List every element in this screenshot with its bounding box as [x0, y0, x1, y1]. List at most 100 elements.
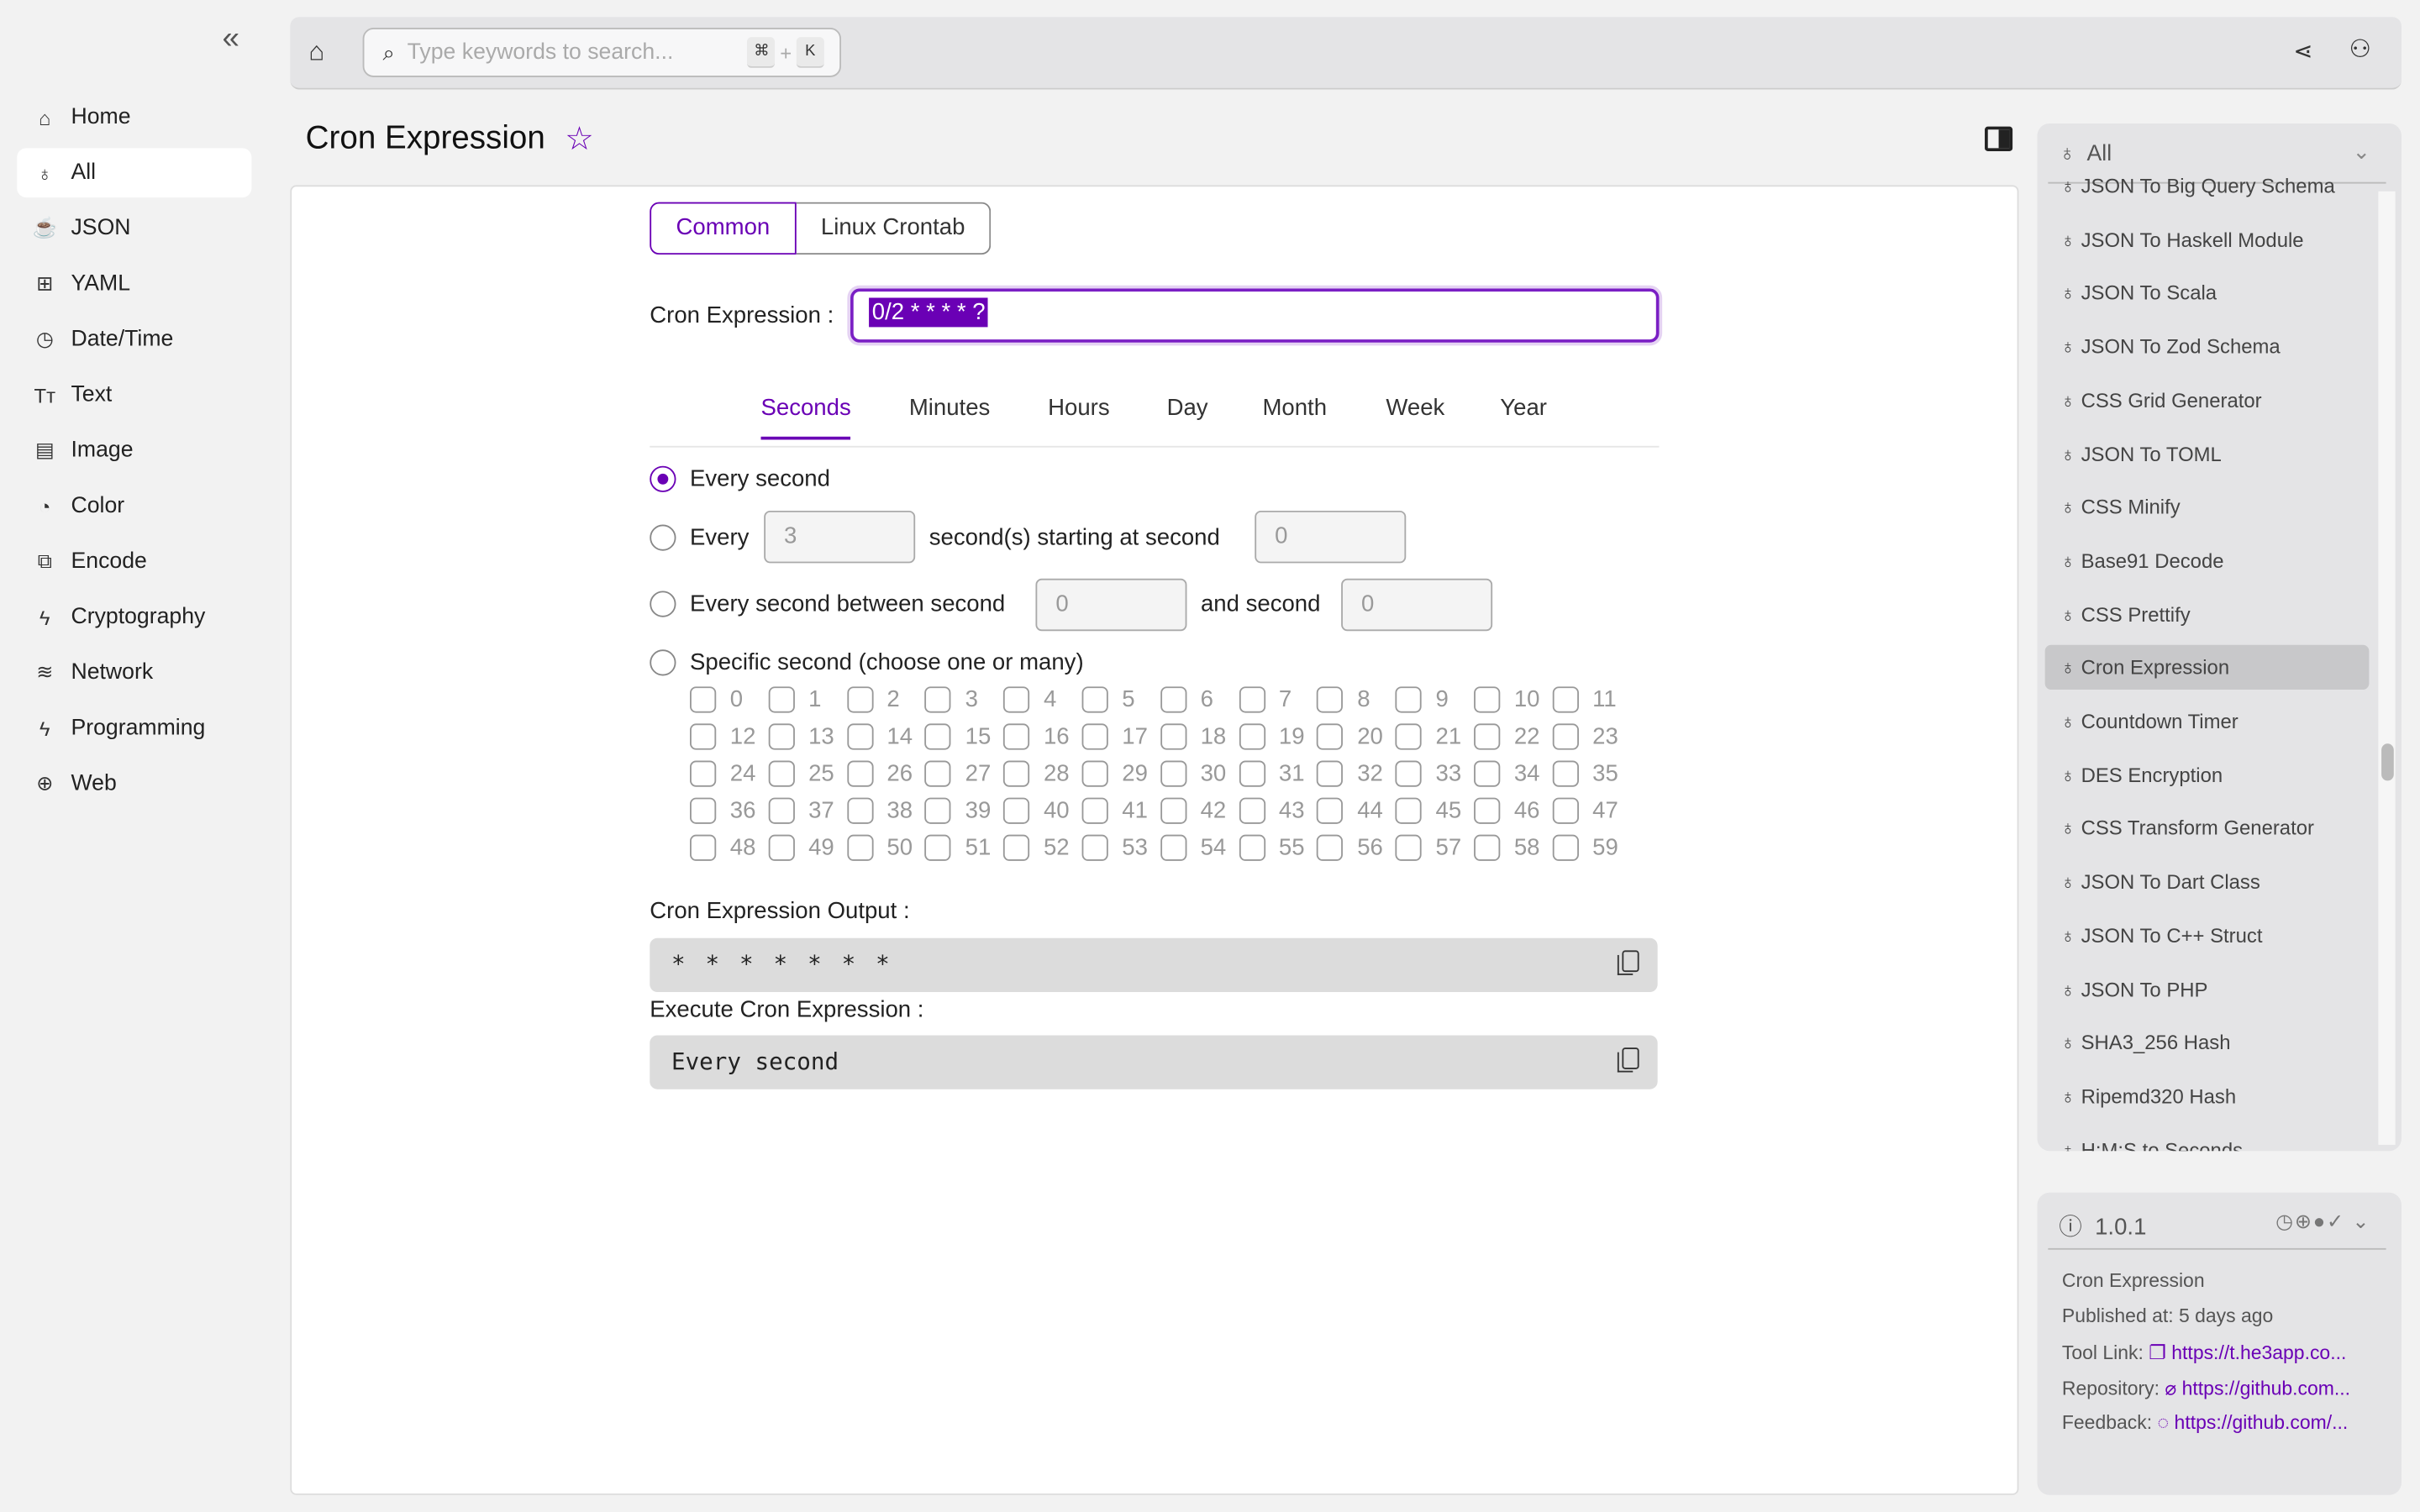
second-checkbox[interactable]: 2 — [846, 686, 900, 713]
second-checkbox[interactable]: 53 — [1081, 834, 1148, 861]
checkbox-box[interactable] — [1552, 686, 1579, 713]
interval-input[interactable]: 3 — [764, 510, 916, 564]
tool-list-item[interactable]: ♁ CSS Minify — [2045, 485, 2370, 529]
checkbox-box[interactable] — [1081, 834, 1108, 861]
checkbox-box[interactable] — [690, 686, 717, 713]
second-checkbox[interactable]: 0 — [690, 686, 743, 713]
tool-list-item[interactable]: ♁ Base91 Decode — [2045, 538, 2370, 583]
checkbox-box[interactable] — [690, 834, 717, 861]
checkbox-box[interactable] — [1160, 686, 1187, 713]
checkbox-box[interactable] — [1552, 760, 1579, 787]
tool-list-item[interactable]: ♁ SHA3_256 Hash — [2045, 1020, 2370, 1064]
tool-list-item[interactable]: ♁ JSON To Scala — [2045, 270, 2370, 315]
second-checkbox[interactable]: 44 — [1317, 797, 1383, 824]
checkbox-box[interactable] — [1552, 797, 1579, 824]
checkbox-box[interactable] — [846, 723, 873, 750]
second-checkbox[interactable]: 48 — [690, 834, 755, 861]
home-icon[interactable]: ⌂ — [308, 37, 324, 68]
second-checkbox[interactable]: 18 — [1160, 723, 1226, 750]
second-checkbox[interactable]: 25 — [768, 760, 834, 787]
second-checkbox[interactable]: 26 — [846, 760, 913, 787]
check-icon[interactable]: ✓ — [2327, 1210, 2345, 1233]
checkbox-box[interactable] — [1003, 723, 1030, 750]
second-checkbox[interactable]: 24 — [690, 760, 755, 787]
tool-list-item[interactable]: ♁ H:M:S to Seconds — [2045, 1127, 2370, 1151]
between-from-input[interactable]: 0 — [1035, 578, 1187, 632]
second-checkbox[interactable]: 45 — [1395, 797, 1461, 824]
checkbox-box[interactable] — [768, 760, 795, 787]
second-checkbox[interactable]: 10 — [1474, 686, 1539, 713]
sidebar-item-home[interactable]: ⌂ Home — [17, 92, 251, 142]
checkbox-box[interactable] — [1474, 797, 1501, 824]
checkbox-box[interactable] — [924, 834, 952, 861]
checkbox-box[interactable] — [1160, 723, 1187, 750]
copy-icon[interactable] — [1617, 1047, 1639, 1073]
checkbox-box[interactable] — [690, 760, 717, 787]
sidebar-item-color[interactable]: ◔ Color — [17, 481, 251, 531]
second-checkbox[interactable]: 37 — [768, 797, 834, 824]
second-checkbox[interactable]: 23 — [1552, 723, 1618, 750]
second-checkbox[interactable]: 6 — [1160, 686, 1213, 713]
sidebar-item-web[interactable]: ⊕ Web — [17, 759, 251, 809]
second-checkbox[interactable]: 22 — [1474, 723, 1539, 750]
sidebar-item-programming[interactable]: ϟ Programming — [17, 704, 251, 753]
second-checkbox[interactable]: 59 — [1552, 834, 1618, 861]
second-checkbox[interactable]: 36 — [690, 797, 755, 824]
second-checkbox[interactable]: 9 — [1395, 686, 1449, 713]
tab-hours[interactable]: Hours — [1048, 395, 1109, 421]
start-second-input[interactable]: 0 — [1255, 510, 1407, 564]
sidebar-item-text[interactable]: Tт Text — [17, 370, 251, 420]
second-checkbox[interactable]: 33 — [1395, 760, 1461, 787]
sidebar-item-all[interactable]: ♁ All — [17, 148, 252, 198]
radio-every-interval[interactable] — [650, 524, 676, 551]
sidebar-item-json[interactable]: ☕ JSON — [17, 203, 251, 253]
checkbox-box[interactable] — [1395, 760, 1422, 787]
checkbox-box[interactable] — [924, 686, 952, 713]
checkbox-box[interactable] — [1317, 760, 1344, 787]
second-checkbox[interactable]: 46 — [1474, 797, 1539, 824]
checkbox-box[interactable] — [846, 834, 873, 861]
checkbox-box[interactable] — [1552, 723, 1579, 750]
history-icon[interactable]: ◷ — [2275, 1210, 2295, 1233]
checkbox-box[interactable] — [1395, 723, 1422, 750]
second-checkbox[interactable]: 49 — [768, 834, 834, 861]
tool-list-item[interactable]: ♁ JSON To C++ Struct — [2045, 913, 2370, 958]
checkbox-box[interactable] — [690, 797, 717, 824]
github-icon[interactable]: ● — [2313, 1210, 2327, 1233]
tool-list-item[interactable]: ♁ JSON To PHP — [2045, 967, 2370, 1011]
checkbox-box[interactable] — [1003, 760, 1030, 787]
search-input[interactable]: ⌕ Type keywords to search... ⌘ + K — [362, 28, 842, 77]
second-checkbox[interactable]: 13 — [768, 723, 834, 750]
sidebar-item-network[interactable]: ≋ Network — [17, 648, 251, 697]
tab-month[interactable]: Month — [1262, 395, 1327, 421]
checkbox-box[interactable] — [1239, 834, 1265, 861]
scrollbar[interactable] — [2378, 191, 2396, 1145]
checkbox-box[interactable] — [1474, 760, 1501, 787]
second-checkbox[interactable]: 31 — [1239, 760, 1305, 787]
user-icon[interactable]: ⚇ — [2349, 34, 2371, 65]
checkbox-box[interactable] — [690, 723, 717, 750]
globe-icon[interactable]: ⊕ — [2295, 1210, 2313, 1233]
radio-between[interactable] — [650, 591, 676, 617]
checkbox-box[interactable] — [1003, 686, 1030, 713]
second-checkbox[interactable]: 56 — [1317, 834, 1383, 861]
second-checkbox[interactable]: 5 — [1081, 686, 1135, 713]
collapse-sidebar-icon[interactable]: « — [222, 22, 239, 57]
cron-expression-input[interactable]: 0/2 * * * * ? — [850, 288, 1660, 343]
tool-list-item[interactable]: ♁ DES Encryption — [2045, 753, 2370, 797]
checkbox-box[interactable] — [1081, 797, 1108, 824]
second-checkbox[interactable]: 1 — [768, 686, 821, 713]
checkbox-box[interactable] — [1317, 723, 1344, 750]
favorite-star-icon[interactable]: ☆ — [565, 120, 594, 159]
second-checkbox[interactable]: 11 — [1552, 686, 1617, 713]
second-checkbox[interactable]: 55 — [1239, 834, 1305, 861]
second-checkbox[interactable]: 19 — [1239, 723, 1305, 750]
second-checkbox[interactable]: 17 — [1081, 723, 1148, 750]
second-checkbox[interactable]: 12 — [690, 723, 755, 750]
tool-list-item[interactable]: ♁ Cron Expression — [2044, 645, 2370, 690]
checkbox-box[interactable] — [924, 760, 952, 787]
checkbox-box[interactable] — [1003, 797, 1030, 824]
second-checkbox[interactable]: 52 — [1003, 834, 1070, 861]
tool-list-item[interactable]: ♁ Countdown Timer — [2045, 699, 2370, 743]
second-checkbox[interactable]: 34 — [1474, 760, 1539, 787]
